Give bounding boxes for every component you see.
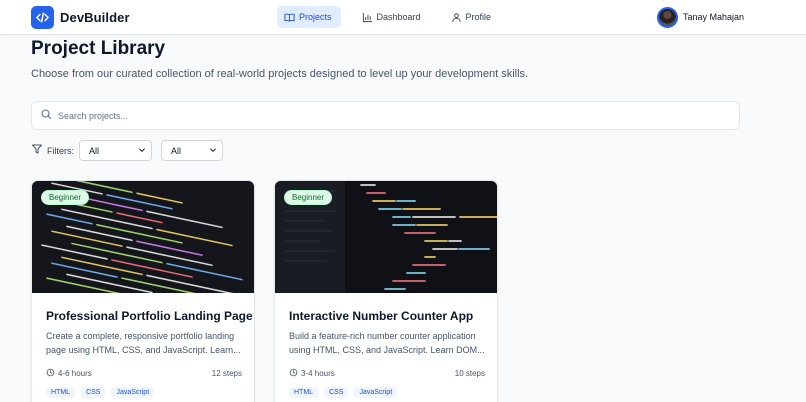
tag: JavaScript	[354, 387, 398, 398]
search-icon	[40, 107, 52, 125]
project-meta: 4-6 hours 12 steps	[46, 367, 242, 379]
difficulty-badge: Beginner	[41, 190, 90, 205]
difficulty-select[interactable]: All	[79, 140, 152, 161]
nav-item-label: Projects	[299, 12, 332, 22]
project-card[interactable]: Beginner Professional Portfolio Landing …	[31, 180, 255, 402]
nav-item-label: Dashboard	[376, 12, 421, 22]
main-nav: Projects Dashboard Profile	[277, 5, 500, 29]
app-name: DevBuilder	[60, 9, 130, 25]
brand[interactable]: DevBuilder	[31, 5, 130, 29]
user-menu[interactable]: Tanay Mahajan	[657, 6, 744, 28]
clock-icon	[46, 368, 55, 379]
nav-item-dashboard[interactable]: Dashboard	[355, 6, 430, 28]
tag: CSS	[324, 387, 349, 398]
tag: HTML	[289, 387, 319, 398]
category-select[interactable]: All	[161, 140, 223, 161]
project-meta: 3-4 hours 10 steps	[289, 367, 485, 379]
chevron-down-icon	[138, 146, 146, 156]
project-description: Create a complete, responsive portfolio …	[46, 331, 241, 355]
top-navigation-bar: DevBuilder Projects Dashboard Profile Ta…	[0, 0, 806, 35]
nav-item-profile[interactable]: Profile	[444, 6, 501, 28]
duration-text: 3-4 hours	[301, 368, 335, 378]
filter-icon	[31, 142, 43, 160]
search-input[interactable]	[58, 110, 708, 121]
chevron-down-icon	[209, 146, 217, 156]
tag-list: HTML CSS JavaScript	[289, 387, 398, 398]
tag: JavaScript	[111, 387, 155, 398]
tag-list: HTML CSS JavaScript	[46, 387, 155, 398]
project-title: Interactive Number Counter App	[289, 309, 474, 323]
project-duration: 3-4 hours	[289, 368, 335, 379]
project-card[interactable]: Beginner Interactive Number Counter App …	[274, 180, 498, 402]
tag: HTML	[46, 387, 76, 398]
difficulty-select-value: All	[89, 145, 100, 156]
code-icon	[31, 5, 54, 29]
page-title: Project Library	[31, 38, 166, 59]
project-duration: 4-6 hours	[46, 368, 92, 379]
filters-bar: Filters: All All	[31, 140, 223, 161]
clock-icon	[289, 368, 298, 379]
difficulty-badge: Beginner	[284, 190, 333, 205]
nav-item-label: Profile	[465, 12, 492, 22]
page-subtitle: Choose from our curated collection of re…	[31, 68, 529, 80]
project-thumbnail: Beginner	[275, 181, 497, 293]
steps-count: 12 steps	[211, 368, 242, 378]
nav-item-projects[interactable]: Projects	[277, 6, 341, 28]
user-name: Tanay Mahajan	[683, 12, 745, 22]
project-description: Build a feature-rich number counter appl…	[289, 331, 485, 355]
user-icon	[451, 12, 462, 23]
project-title: Professional Portfolio Landing Page	[46, 309, 253, 323]
search-box[interactable]	[31, 101, 740, 130]
steps-count: 10 steps	[454, 368, 485, 378]
filters-label: Filters:	[47, 145, 74, 156]
bar-chart-icon	[362, 12, 373, 23]
project-thumbnail: Beginner	[32, 181, 254, 293]
book-icon	[284, 12, 295, 23]
avatar	[657, 6, 678, 28]
tag: CSS	[81, 387, 106, 398]
duration-text: 4-6 hours	[58, 368, 92, 378]
category-select-value: All	[171, 145, 182, 156]
